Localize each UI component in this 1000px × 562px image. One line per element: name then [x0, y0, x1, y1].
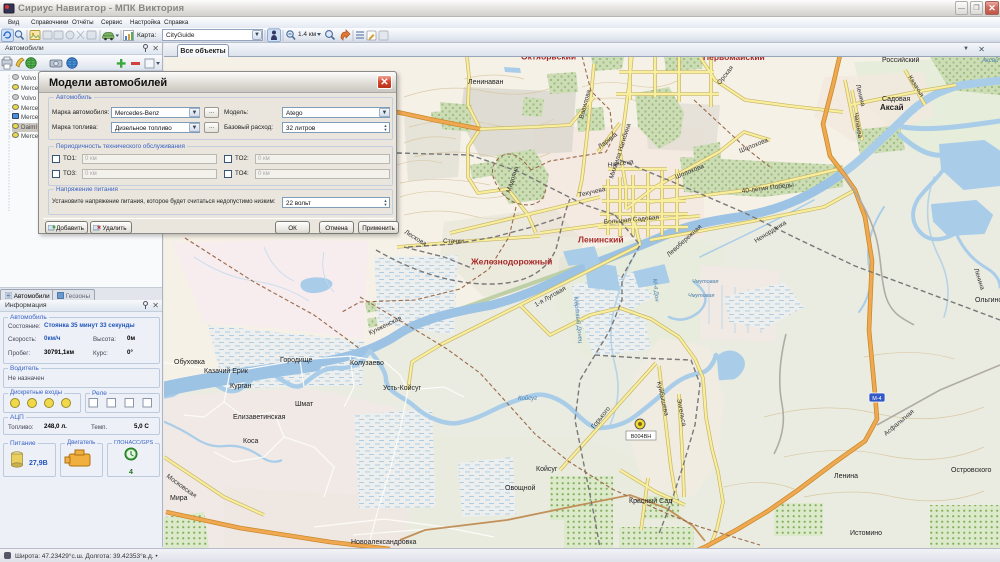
svg-text:Койсуг: Койсуг: [518, 395, 537, 402]
svg-text:Ленина: Ленина: [834, 473, 858, 480]
svg-text:Усть-Койсуг: Усть-Койсуг: [383, 384, 422, 392]
svg-text:Обуховка: Обуховка: [174, 358, 205, 366]
svg-text:Российский: Российский: [882, 57, 920, 64]
svg-text:Садовая: Садовая: [882, 96, 911, 103]
svg-text:Шмат: Шмат: [295, 401, 314, 408]
svg-text:Октябрьский: Октябрьский: [521, 57, 576, 62]
svg-text:Стачки: Стачки: [443, 238, 464, 245]
svg-text:4: 4: [129, 469, 133, 476]
svg-text:М-4: М-4: [872, 396, 881, 402]
svg-text:В004ВН: В004ВН: [631, 434, 652, 440]
svg-text:Первомайский: Первомайский: [703, 57, 765, 62]
svg-text:Чмутовая: Чмутовая: [688, 293, 715, 299]
svg-text:Новоалександровка: Новоалександровка: [351, 539, 417, 546]
svg-text:Чмутовая: Чмутовая: [692, 279, 719, 285]
svg-text:Ленинаван: Ленинаван: [468, 79, 504, 86]
svg-text:Койсуг: Койсуг: [536, 465, 558, 473]
svg-text:27,9В: 27,9В: [29, 460, 48, 467]
svg-text:Казачий Ерик: Казачий Ерик: [204, 367, 249, 375]
svg-text:Аксай: Аксай: [880, 103, 904, 112]
svg-text:Коса: Коса: [243, 438, 258, 445]
svg-text:Островского: Островского: [951, 467, 992, 474]
svg-text:Елизаветинская: Елизаветинская: [233, 414, 286, 421]
svg-text:Истомино: Истомино: [850, 530, 882, 537]
svg-text:Колузаево: Колузаево: [350, 360, 384, 367]
svg-text:Овощной: Овощной: [505, 484, 535, 492]
svg-text:Железнодорожный: Железнодорожный: [470, 257, 552, 267]
svg-text:Городище: Городище: [280, 357, 313, 364]
svg-text:Курган: Курган: [230, 383, 252, 390]
svg-text:Мира: Мира: [170, 495, 188, 502]
svg-text:Красный Сад: Красный Сад: [629, 497, 672, 505]
svg-text:Аксай .: Аксай .: [981, 57, 1000, 64]
svg-text:Ольгинская: Ольгинская: [975, 297, 1000, 304]
svg-text:Ленинский: Ленинский: [578, 235, 624, 245]
